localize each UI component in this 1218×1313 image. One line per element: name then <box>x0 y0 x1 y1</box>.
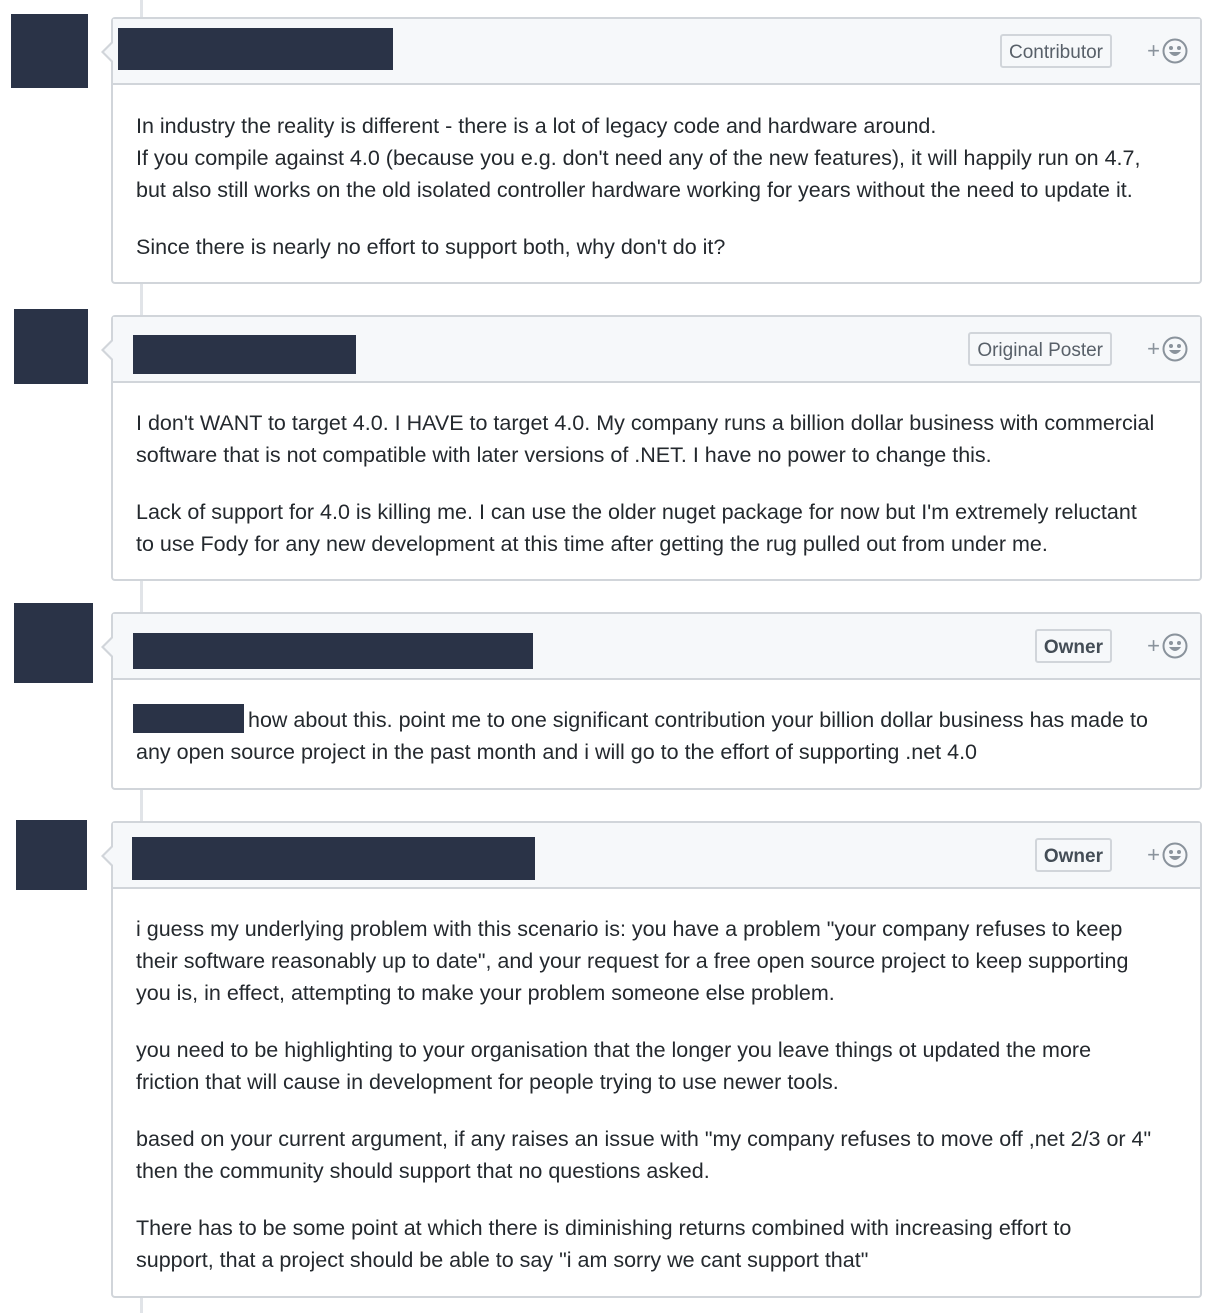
plus-icon: + <box>1147 38 1160 63</box>
text-line: any open source project in the past mont… <box>136 740 978 764</box>
comment-body: In industry the reality is different - t… <box>113 85 1200 263</box>
comment: Owner + how about this. point me to one … <box>101 612 1202 790</box>
comment: Original Poster + I don't WANT to target… <box>101 315 1202 581</box>
text-line: but also still works on the old isolated… <box>136 178 1133 202</box>
paragraph: based on your current argument, if any r… <box>136 1123 1177 1187</box>
text-line: If you compile against 4.0 (because you … <box>136 146 1141 170</box>
text-line: I don't WANT to target 4.0. I HAVE to ta… <box>136 411 1155 435</box>
redacted-author-name <box>132 837 535 880</box>
text-line: software that is not compatible with lat… <box>136 443 992 467</box>
redacted-author-name <box>118 28 393 70</box>
text-line: how about this. point me to one signific… <box>248 708 1148 732</box>
comment-header: Owner + <box>113 823 1200 889</box>
role-badge: Contributor <box>1000 34 1112 68</box>
text-line: There has to be some point at which ther… <box>136 1216 1072 1240</box>
smiley-icon <box>1162 38 1188 64</box>
text-line: you is, in effect, attempting to make yo… <box>136 981 835 1005</box>
text-line: Lack of support for 4.0 is killing me. I… <box>136 500 1137 524</box>
redacted-mention <box>133 704 244 733</box>
add-reaction-button[interactable]: + <box>1147 38 1188 64</box>
avatar[interactable] <box>14 309 88 384</box>
role-badge: Owner <box>1034 838 1112 872</box>
paragraph: I don't WANT to target 4.0. I HAVE to ta… <box>136 407 1177 471</box>
avatar[interactable] <box>16 820 87 890</box>
comment-body: I don't WANT to target 4.0. I HAVE to ta… <box>113 383 1200 560</box>
text-line: to use Fody for any new development at t… <box>136 532 1048 556</box>
role-badge: Owner <box>1034 629 1112 663</box>
comment-body: how about this. point me to one signific… <box>113 680 1200 768</box>
text-line: In industry the reality is different - t… <box>136 114 937 138</box>
smiley-icon <box>1162 633 1188 659</box>
paragraph: In industry the reality is different - t… <box>136 110 1177 206</box>
plus-icon: + <box>1147 336 1160 361</box>
text-line: you need to be highlighting to your orga… <box>136 1038 1092 1062</box>
add-reaction-button[interactable]: + <box>1147 842 1188 868</box>
paragraph: how about this. point me to one signific… <box>133 704 1177 768</box>
text-line: based on your current argument, if any r… <box>136 1127 1152 1151</box>
text-line: i guess my underlying problem with this … <box>136 917 1123 941</box>
comment-body: i guess my underlying problem with this … <box>113 889 1200 1276</box>
paragraph: you need to be highlighting to your orga… <box>136 1034 1177 1098</box>
add-reaction-button[interactable]: + <box>1147 633 1188 659</box>
paragraph: Since there is nearly no effort to suppo… <box>136 231 1177 263</box>
avatar[interactable] <box>14 603 93 683</box>
comment-header: Owner + <box>113 614 1200 680</box>
redacted-author-name <box>133 335 356 374</box>
text-line: Since there is nearly no effort to suppo… <box>136 235 726 259</box>
comment-header: Contributor + <box>113 19 1200 85</box>
add-reaction-button[interactable]: + <box>1147 336 1188 362</box>
role-badge: Original Poster <box>968 332 1112 366</box>
smiley-icon <box>1162 336 1188 362</box>
redacted-author-name <box>133 633 533 669</box>
paragraph: Lack of support for 4.0 is killing me. I… <box>136 496 1177 560</box>
comment: Owner + i guess my underlying problem wi… <box>101 821 1202 1298</box>
plus-icon: + <box>1147 633 1160 658</box>
paragraph: There has to be some point at which ther… <box>136 1212 1177 1276</box>
text-line: friction that will cause in development … <box>136 1070 839 1094</box>
avatar[interactable] <box>11 14 88 88</box>
paragraph: i guess my underlying problem with this … <box>136 913 1177 1009</box>
smiley-icon <box>1162 842 1188 868</box>
text-line: then the community should support that n… <box>136 1159 710 1183</box>
text-line: support, that a project should be able t… <box>136 1248 869 1272</box>
plus-icon: + <box>1147 842 1160 867</box>
text-line: their software reasonably up to date", a… <box>136 949 1129 973</box>
comment-header: Original Poster + <box>113 317 1200 383</box>
comment: Contributor + In industry the reality is… <box>101 17 1202 284</box>
